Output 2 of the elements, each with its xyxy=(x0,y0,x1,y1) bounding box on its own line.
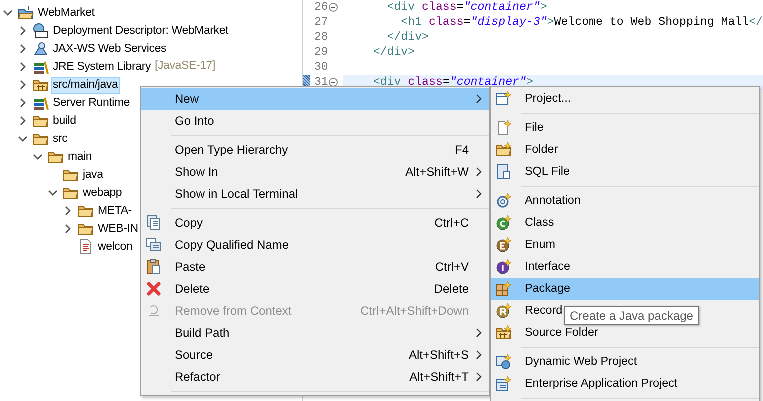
library-version: [JavaSE-17] xyxy=(155,59,216,74)
tooltip: Create a Java package xyxy=(564,306,700,325)
